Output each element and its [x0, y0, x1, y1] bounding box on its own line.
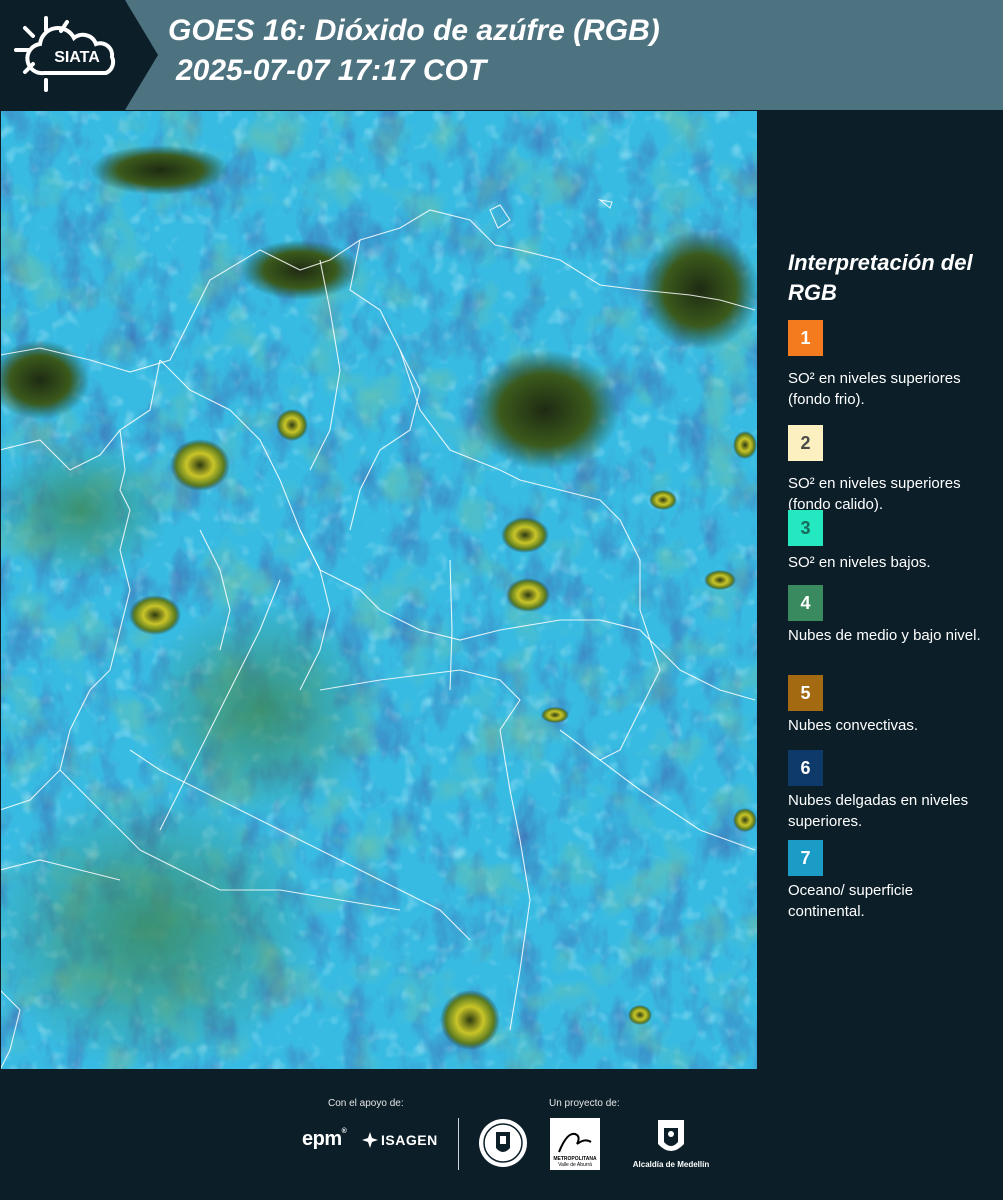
area-metropolitana-logo: METROPOLITANA Valle de Aburrá [550, 1118, 600, 1170]
legend-swatch-1: 1 [788, 320, 823, 356]
isagen-logo-text: ISAGEN [381, 1132, 438, 1148]
legend-text-7: Oceano/ superficie continental. [788, 882, 914, 920]
footer-divider [458, 1118, 459, 1170]
epm-logo: epm® [302, 1128, 347, 1150]
satellite-map[interactable] [0, 110, 758, 1070]
legend-swatch-5: 5 [788, 675, 823, 711]
siata-logo: SIATA [0, 0, 158, 110]
legend-swatch-7: 7 [788, 840, 823, 876]
legend-panel: Interpretación del RGB 1 SO² en niveles s… [758, 110, 1003, 1070]
legend-text-5: Nubes convectivas. [788, 717, 919, 734]
timestamp: 2025-07-07 17:17 COT [176, 54, 487, 87]
legend-text-2: SO² en niveles superiores (fondo calido)… [788, 475, 961, 513]
legend-swatch-4: 4 [788, 585, 823, 621]
legend-title: Interpretación del RGB [788, 250, 973, 305]
legend-swatch-3: 3 [788, 510, 823, 546]
epm-logo-text: epm [302, 1128, 342, 1150]
legend-text-4: Nubes de medio y bajo nivel. [788, 627, 981, 644]
legend-text-3: SO² en niveles bajos. [788, 554, 931, 571]
legend-swatch-2: 2 [788, 425, 823, 461]
alcaldia-shield-icon [658, 1120, 684, 1151]
footer: Con el apoyo de: Un proyecto de: epm® IS… [0, 1070, 1003, 1200]
page-title: GOES 16: Dióxido de azúfre (RGB) [168, 14, 660, 47]
alcaldia-logo: Alcaldía de Medellín [632, 1118, 710, 1178]
satellite-image [0, 110, 758, 1070]
project-label: Un proyecto de: [549, 1098, 620, 1109]
header-bar: SIATA GOES 16: Dióxido de azúfre (RGB) 2… [0, 0, 1003, 110]
area-metropolitana-line2: Valle de Aburrá [558, 1162, 592, 1168]
area-metropolitana-mark [558, 1132, 592, 1153]
isagen-logo: ISAGEN [362, 1132, 438, 1148]
isagen-icon [362, 1132, 378, 1148]
support-label: Con el apoyo de: [328, 1098, 404, 1109]
legend-text-6: Nubes delgadas en niveles superiores. [788, 792, 969, 830]
legend-text-1: SO² en niveles superiores (fondo frio). [788, 370, 961, 408]
alcaldia-label: Alcaldía de Medellín [632, 1160, 710, 1169]
university-seal [479, 1119, 527, 1167]
svg-text:SIATA: SIATA [54, 49, 100, 66]
legend-swatch-6: 6 [788, 750, 823, 786]
